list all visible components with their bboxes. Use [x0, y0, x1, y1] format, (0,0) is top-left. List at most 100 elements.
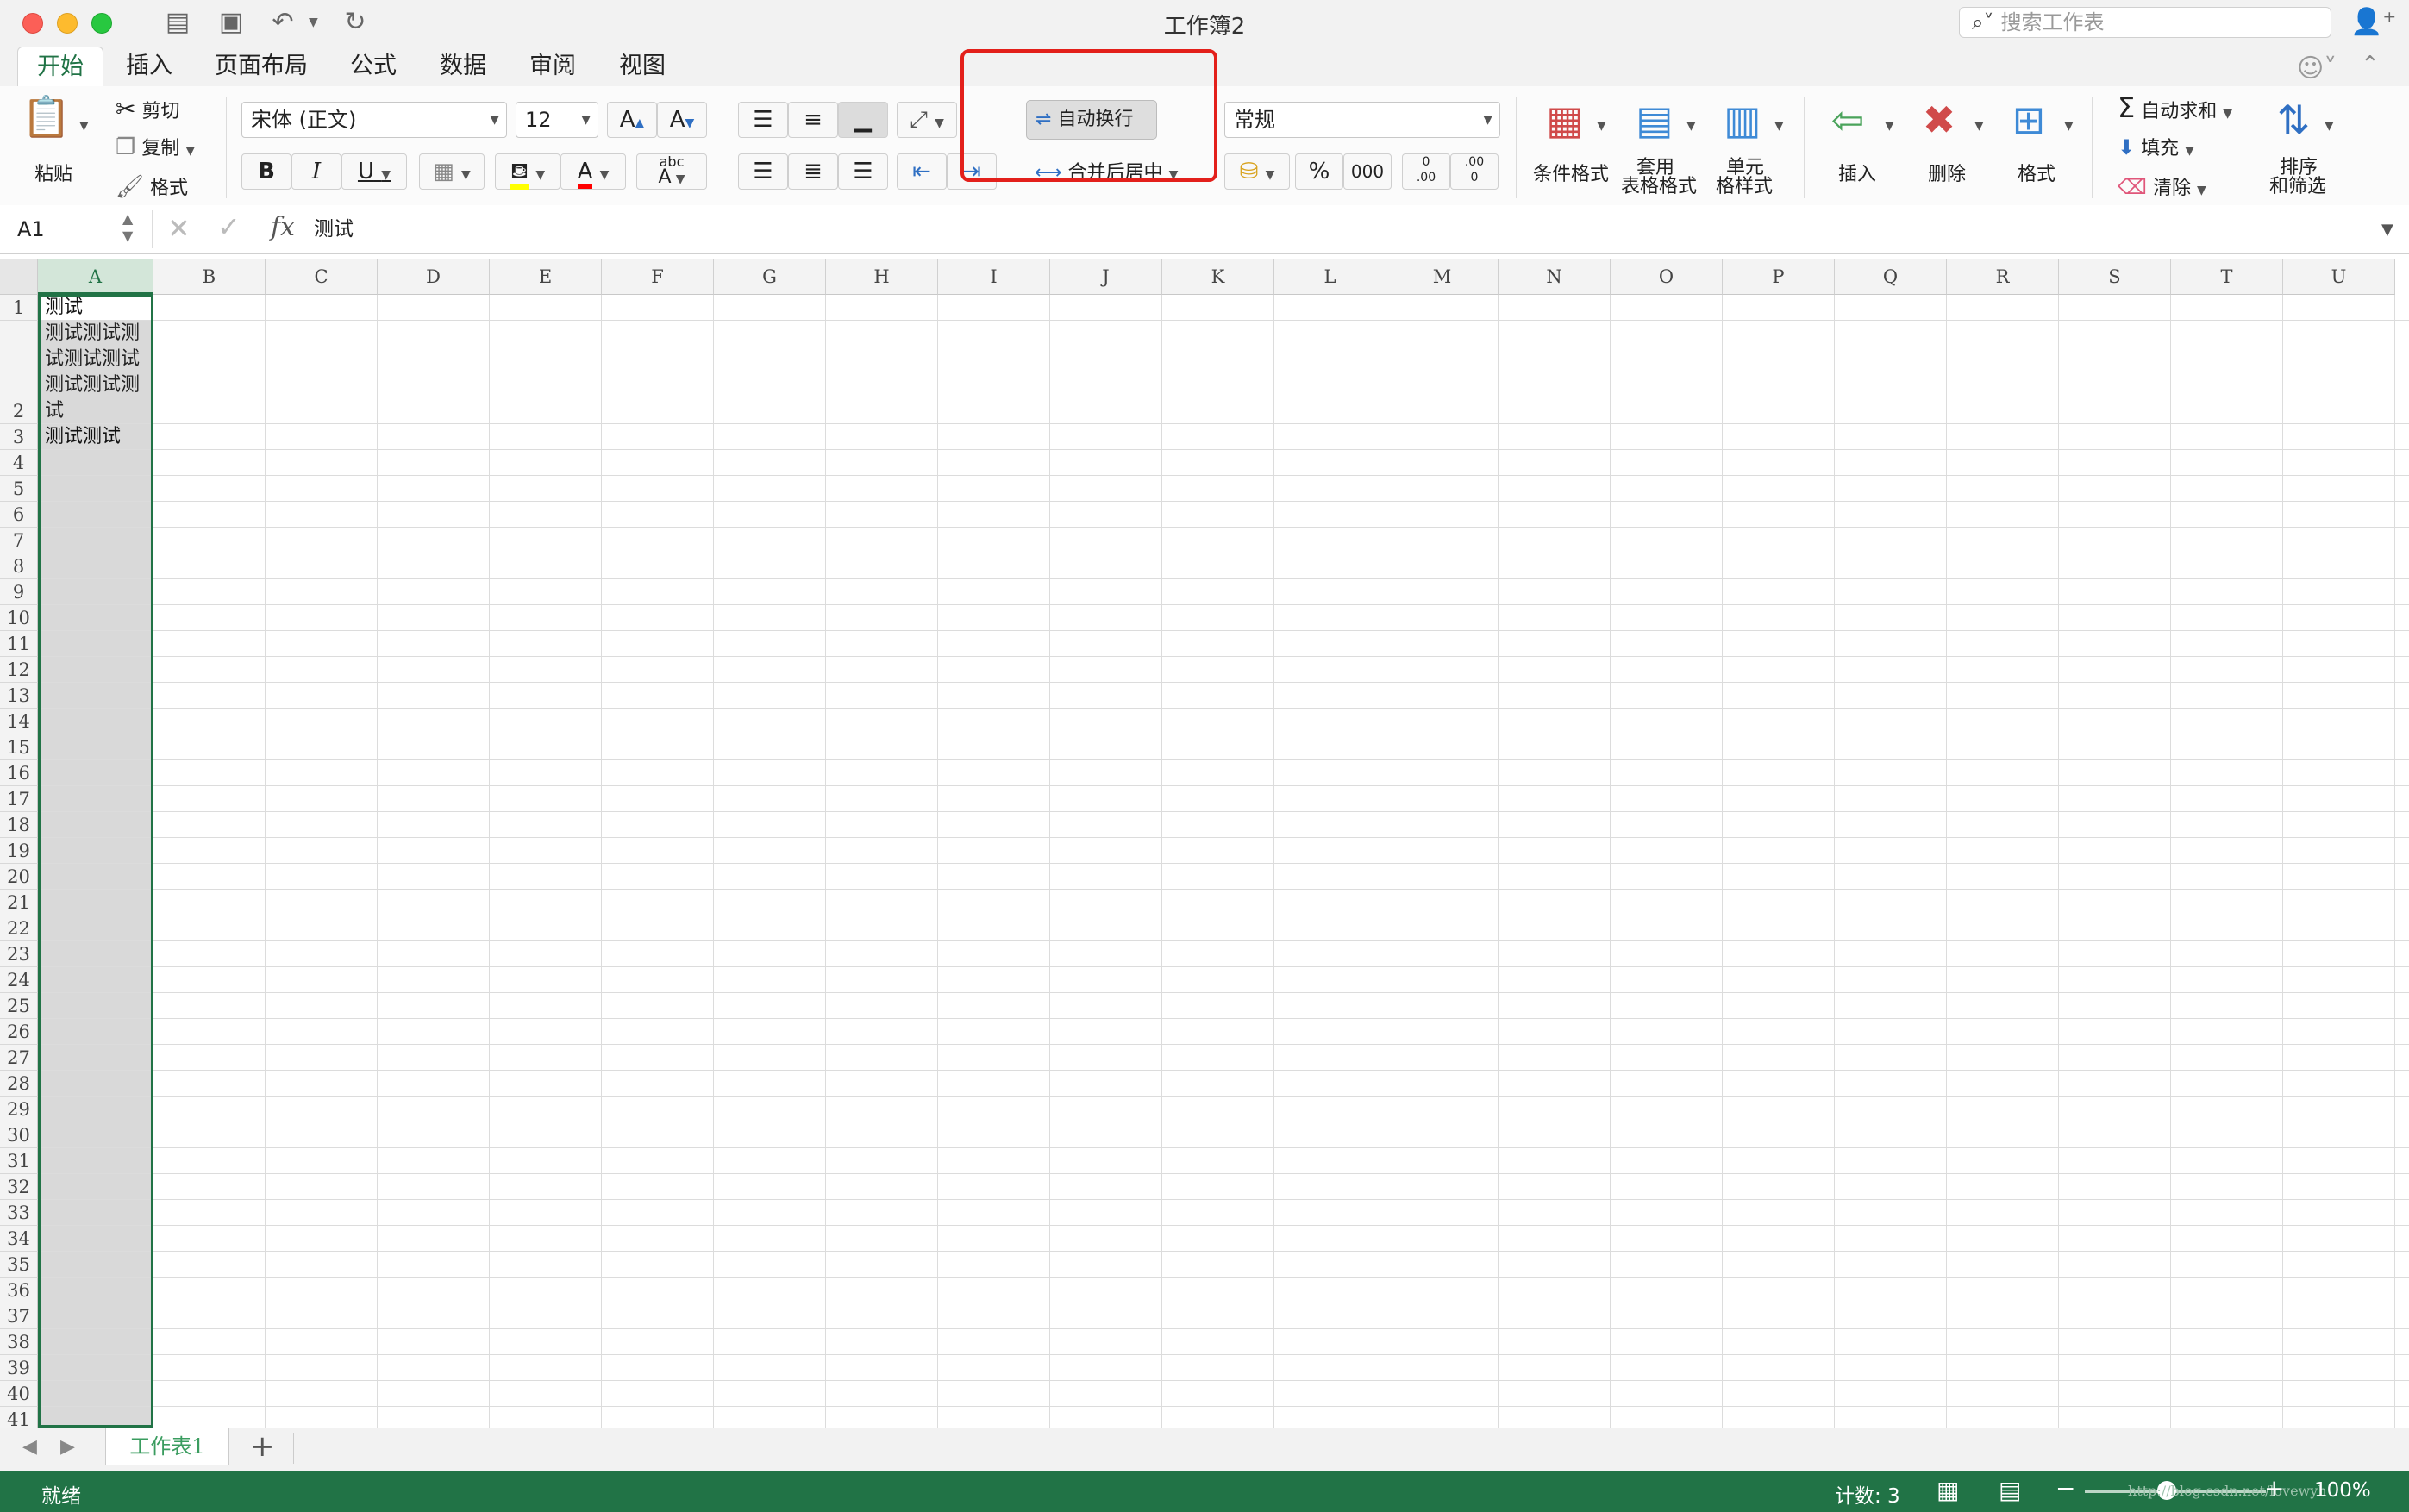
- copy-button[interactable]: ❐ 复制 ▼: [116, 133, 195, 160]
- row-header-9[interactable]: 9: [0, 579, 38, 605]
- format-as-table-label-2[interactable]: 表格格式: [1621, 178, 1697, 197]
- orientation-button[interactable]: ⤢ ▼: [897, 102, 957, 138]
- tab-data[interactable]: 数据: [426, 47, 500, 86]
- cell-a2[interactable]: 测试测试测 试测试测试 测试测试测 试: [45, 321, 140, 424]
- increase-decimal-button[interactable]: 0.00: [1402, 153, 1450, 190]
- autosum-button[interactable]: Σ 自动求和 ▼: [2118, 91, 2232, 124]
- align-center-button[interactable]: ≣: [788, 153, 838, 190]
- format-cells-icon[interactable]: ⊞: [1999, 97, 2059, 143]
- row-header-34[interactable]: 34: [0, 1226, 38, 1252]
- column-header-n[interactable]: N: [1499, 259, 1611, 295]
- format-painter-button[interactable]: 🖌 格式: [116, 172, 188, 200]
- formula-input[interactable]: 测试: [314, 212, 2383, 247]
- row-header-37[interactable]: 37: [0, 1303, 38, 1329]
- next-sheet-icon[interactable]: ▶: [60, 1436, 75, 1458]
- align-left-button[interactable]: ☰: [738, 153, 788, 190]
- collapse-ribbon-icon[interactable]: ⌃: [2361, 52, 2380, 78]
- tab-formulas[interactable]: 公式: [336, 47, 410, 86]
- row-header-29[interactable]: 29: [0, 1097, 38, 1122]
- row-header-7[interactable]: 7: [0, 528, 38, 553]
- align-top-button[interactable]: ☰: [738, 102, 788, 138]
- column-header-f[interactable]: F: [602, 259, 714, 295]
- chevron-down-icon[interactable]: ▼: [1686, 119, 1696, 133]
- row-header-40[interactable]: 40: [0, 1381, 38, 1407]
- row-header-27[interactable]: 27: [0, 1045, 38, 1071]
- tab-home[interactable]: 开始: [17, 47, 103, 86]
- delete-cells-icon[interactable]: ✖: [1909, 97, 1969, 143]
- insert-function-icon[interactable]: fx: [271, 212, 295, 242]
- fill-button[interactable]: ⬇ 填充 ▼: [2118, 133, 2194, 160]
- phonetic-button[interactable]: abc A ▼: [636, 153, 707, 190]
- row-header-10[interactable]: 10: [0, 605, 38, 631]
- chevron-down-icon[interactable]: ▼: [2325, 119, 2334, 133]
- shrink-font-button[interactable]: A▼: [657, 102, 707, 138]
- tab-page-layout[interactable]: 页面布局: [205, 47, 317, 86]
- zoom-out-icon[interactable]: −: [2055, 1474, 2075, 1503]
- column-header-p[interactable]: P: [1723, 259, 1835, 295]
- chevron-down-icon[interactable]: ▼: [1597, 119, 1606, 133]
- column-header-j[interactable]: J: [1050, 259, 1162, 295]
- format-cells-label[interactable]: 格式: [2018, 159, 2055, 186]
- row-header-35[interactable]: 35: [0, 1252, 38, 1278]
- column-header-e[interactable]: E: [490, 259, 602, 295]
- row-header-8[interactable]: 8: [0, 553, 38, 579]
- expand-formula-bar-icon[interactable]: ▼: [2381, 221, 2393, 239]
- row-header-15[interactable]: 15: [0, 734, 38, 760]
- align-bottom-button[interactable]: ▁: [838, 102, 888, 138]
- paste-icon[interactable]: 📋: [21, 93, 72, 141]
- row-header-22[interactable]: 22: [0, 915, 38, 941]
- previous-sheet-icon[interactable]: ◀: [22, 1436, 37, 1458]
- column-header-r[interactable]: R: [1947, 259, 2059, 295]
- delete-cells-label[interactable]: 删除: [1928, 159, 1966, 186]
- sort-filter-label-1[interactable]: 排序: [2280, 159, 2318, 178]
- cell-styles-label-1[interactable]: 单元: [1726, 159, 1764, 178]
- zoom-in-icon[interactable]: +: [2264, 1474, 2284, 1503]
- column-header-q[interactable]: Q: [1835, 259, 1947, 295]
- chevron-down-icon[interactable]: ▼: [1774, 119, 1784, 133]
- row-header-30[interactable]: 30: [0, 1122, 38, 1148]
- paste-button-label[interactable]: 粘贴: [34, 159, 72, 186]
- conditional-formatting-icon[interactable]: ▦: [1535, 97, 1595, 143]
- row-header-19[interactable]: 19: [0, 838, 38, 864]
- tab-insert[interactable]: 插入: [112, 47, 186, 86]
- row-header-12[interactable]: 12: [0, 657, 38, 683]
- cancel-entry-icon[interactable]: ✕: [167, 212, 191, 245]
- grow-font-button[interactable]: A▲: [607, 102, 657, 138]
- row-header-14[interactable]: 14: [0, 709, 38, 734]
- name-box[interactable]: A1: [9, 212, 138, 247]
- column-header-i[interactable]: I: [938, 259, 1050, 295]
- row-header-11[interactable]: 11: [0, 631, 38, 657]
- chevron-down-icon[interactable]: ▼: [1885, 119, 1894, 133]
- column-header-c[interactable]: C: [266, 259, 378, 295]
- column-header-g[interactable]: G: [714, 259, 826, 295]
- row-header-26[interactable]: 26: [0, 1019, 38, 1045]
- column-header-l[interactable]: L: [1274, 259, 1386, 295]
- clear-button[interactable]: ⌫ 清除 ▼: [2118, 172, 2206, 200]
- column-header-k[interactable]: K: [1162, 259, 1274, 295]
- row-header-38[interactable]: 38: [0, 1329, 38, 1355]
- comma-style-button[interactable]: 000: [1343, 153, 1392, 190]
- decrease-decimal-button[interactable]: .00 0: [1450, 153, 1499, 190]
- row-header-5[interactable]: 5: [0, 476, 38, 502]
- insert-cells-icon[interactable]: ⇦: [1818, 97, 1878, 143]
- feedback-smiley-icon[interactable]: ☺˅: [2297, 53, 2337, 84]
- decrease-indent-button[interactable]: ⇤: [897, 153, 947, 190]
- percent-style-button[interactable]: %: [1295, 153, 1343, 190]
- share-user-icon[interactable]: 👤⁺: [2350, 7, 2396, 37]
- tab-view[interactable]: 视图: [605, 47, 679, 86]
- chevron-down-icon[interactable]: ▼: [2064, 119, 2074, 133]
- column-header-d[interactable]: D: [378, 259, 490, 295]
- add-sheet-button[interactable]: +: [250, 1429, 275, 1464]
- name-box-stepper-icon[interactable]: ▲ ▼: [122, 210, 133, 245]
- row-header-25[interactable]: 25: [0, 993, 38, 1019]
- column-header-h[interactable]: H: [826, 259, 938, 295]
- row-header-2[interactable]: 2: [0, 321, 38, 424]
- sort-filter-label-2[interactable]: 和筛选: [2269, 178, 2326, 197]
- chevron-down-icon[interactable]: ▼: [1974, 119, 1984, 133]
- conditional-formatting-label[interactable]: 条件格式: [1533, 159, 1609, 186]
- search-sheet-input[interactable]: ⌕˅ 搜索工作表: [1959, 7, 2331, 38]
- font-size-select[interactable]: 12 ▼: [516, 102, 598, 138]
- fill-color-button[interactable]: ⛾ ▼: [495, 153, 560, 190]
- row-header-21[interactable]: 21: [0, 890, 38, 915]
- format-as-table-icon[interactable]: ▤: [1624, 97, 1685, 143]
